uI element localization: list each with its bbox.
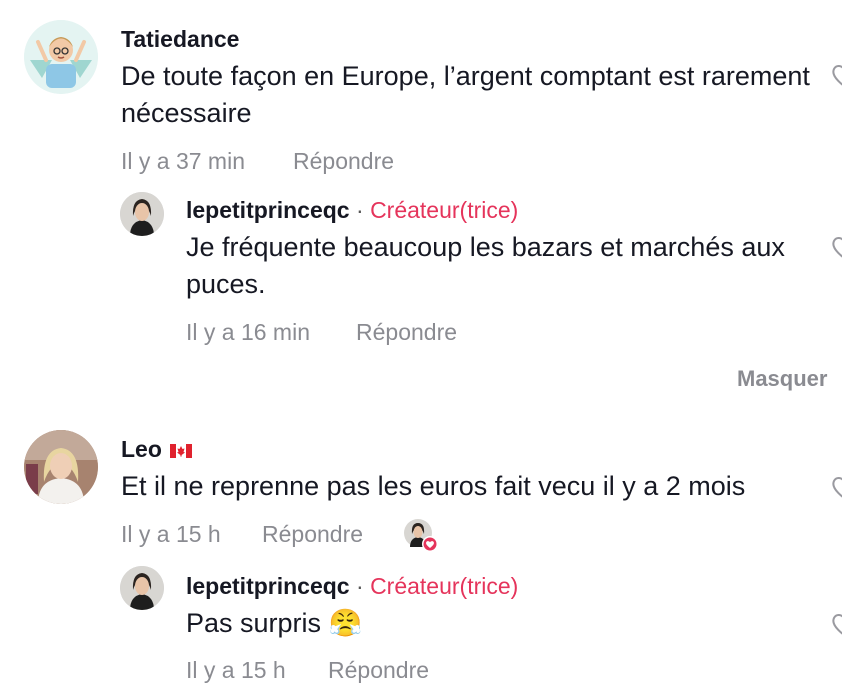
creator-liked-heart-icon bbox=[404, 519, 438, 552]
reply-username-text[interactable]: lepetitprinceqc bbox=[186, 573, 350, 599]
creator-badge: Créateur(trice) bbox=[370, 197, 519, 223]
comment-username[interactable]: Leo bbox=[121, 436, 193, 463]
separator-dot: · bbox=[356, 197, 364, 223]
like-heart-icon[interactable] bbox=[830, 474, 842, 500]
avatar-lepetitprinceqc[interactable] bbox=[120, 566, 164, 610]
comment-text: Et il ne reprenne pas les euros fait vec… bbox=[121, 471, 746, 501]
reply-button[interactable]: Répondre bbox=[356, 319, 457, 346]
reply-timestamp: Il y a 15 h bbox=[186, 657, 286, 683]
bitmoji-avatar-icon bbox=[24, 20, 98, 94]
comment-timestamp: Il y a 37 min bbox=[121, 148, 245, 174]
comment-username-text[interactable]: Leo bbox=[121, 436, 162, 462]
like-heart-icon[interactable] bbox=[830, 611, 842, 637]
comment-text: De toute façon en Europe, l’argent compt… bbox=[121, 61, 810, 128]
reply-timestamp: Il y a 16 min bbox=[186, 319, 310, 345]
profile-photo-icon bbox=[120, 566, 164, 610]
profile-photo-icon bbox=[24, 430, 98, 504]
like-heart-icon[interactable] bbox=[830, 234, 842, 260]
reply-username-text[interactable]: lepetitprinceqc bbox=[186, 197, 350, 223]
separator-dot: · bbox=[356, 573, 364, 599]
comment-username[interactable]: Tatiedance bbox=[121, 26, 239, 53]
reply-username[interactable]: lepetitprinceqc · Créateur(trice) bbox=[186, 197, 518, 224]
avatar-leo[interactable] bbox=[24, 430, 98, 504]
reply-button[interactable]: Répondre bbox=[262, 521, 363, 548]
profile-photo-icon bbox=[120, 192, 164, 236]
canada-flag-icon bbox=[170, 443, 193, 458]
reply-text: Pas surpris 😤 bbox=[186, 608, 363, 638]
like-heart-icon[interactable] bbox=[830, 62, 842, 88]
creator-badge: Créateur(trice) bbox=[370, 573, 519, 599]
hide-replies-button[interactable]: Masquer bbox=[737, 366, 827, 392]
avatar-tatiedance[interactable] bbox=[24, 20, 98, 94]
reply-username[interactable]: lepetitprinceqc · Créateur(trice) bbox=[186, 573, 518, 600]
creator-liked-avatar bbox=[403, 518, 438, 552]
reply-button[interactable]: Répondre bbox=[328, 657, 429, 684]
reply-text: Je fréquente beaucoup les bazars et marc… bbox=[186, 232, 785, 299]
reply-button[interactable]: Répondre bbox=[293, 148, 394, 175]
comment-timestamp: Il y a 15 h bbox=[121, 521, 221, 547]
avatar-lepetitprinceqc[interactable] bbox=[120, 192, 164, 236]
